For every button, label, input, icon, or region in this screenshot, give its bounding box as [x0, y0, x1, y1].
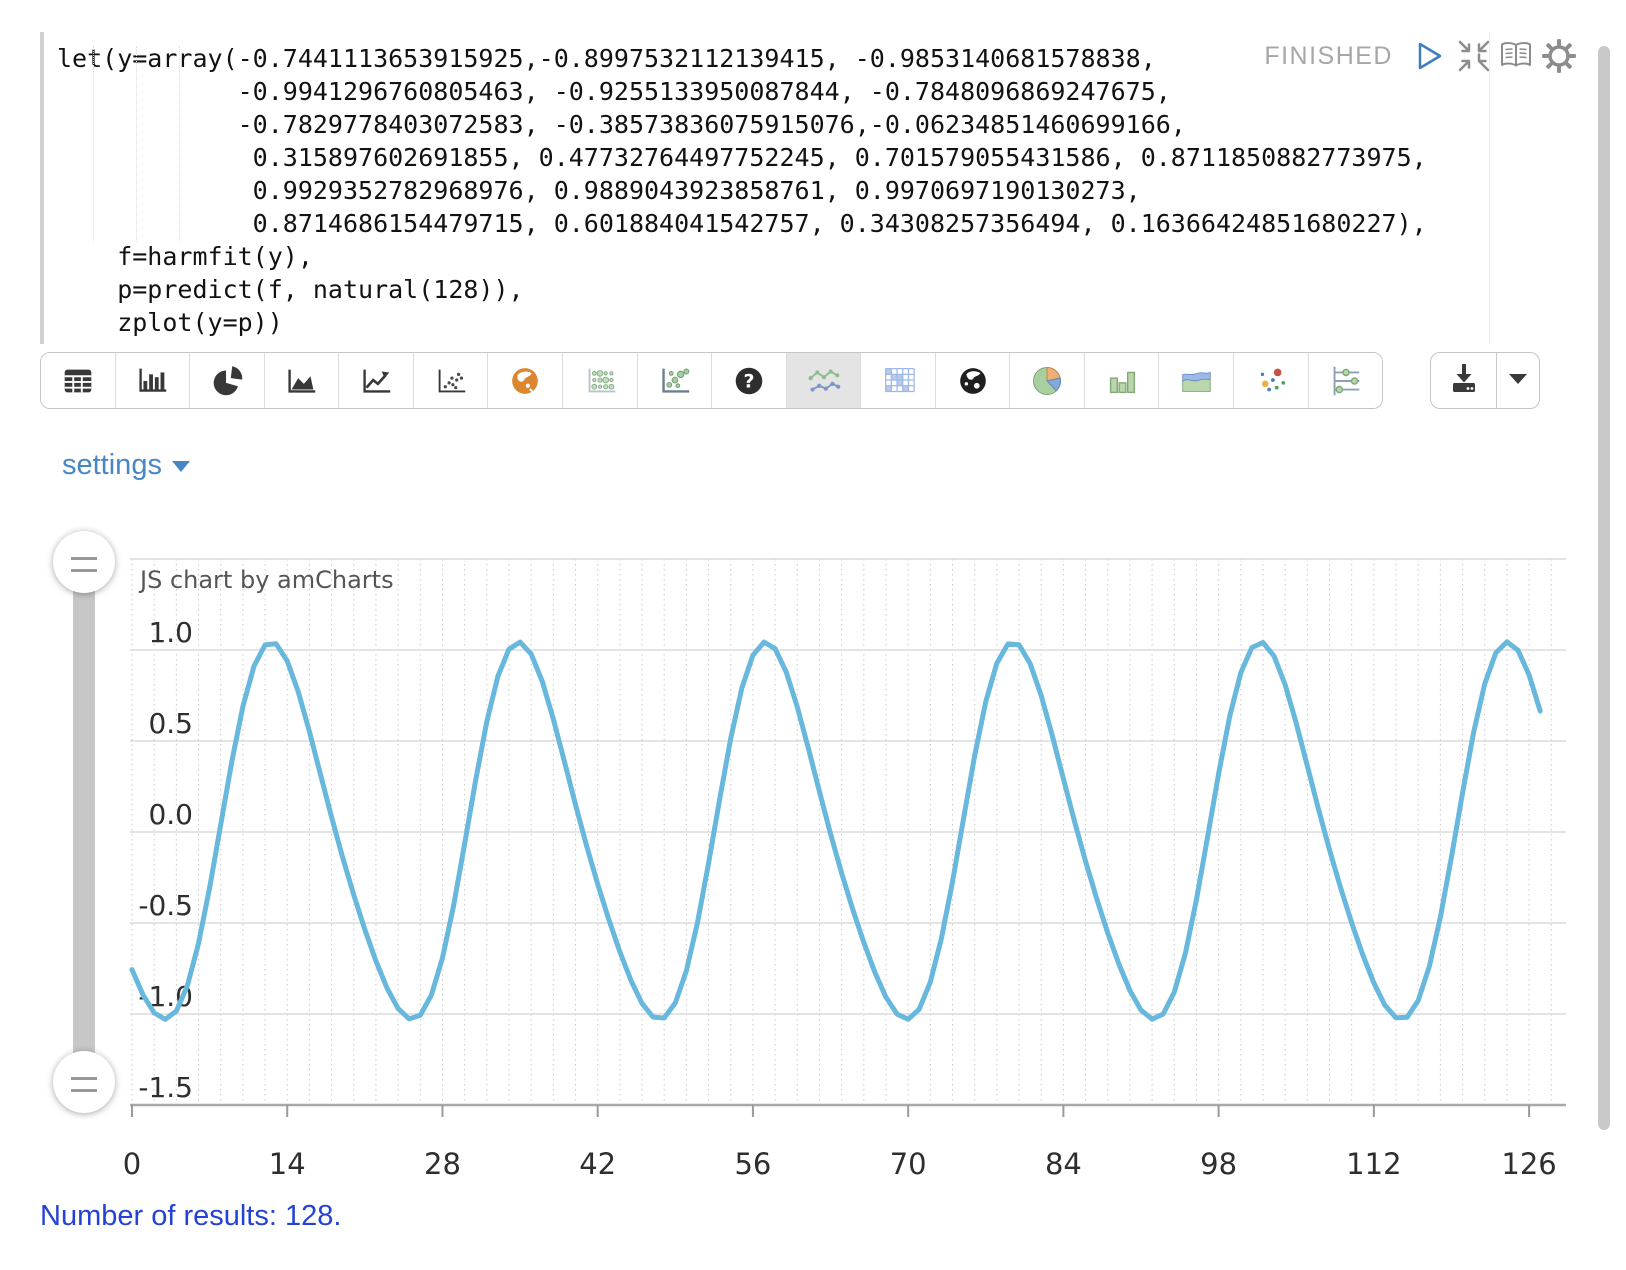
- svg-text:42: 42: [579, 1147, 616, 1181]
- svg-text:112: 112: [1346, 1147, 1401, 1181]
- svg-text:70: 70: [890, 1147, 927, 1181]
- drag-handle-icon: [71, 557, 97, 572]
- svg-text:126: 126: [1501, 1147, 1556, 1181]
- svg-text:84: 84: [1045, 1147, 1082, 1181]
- svg-text:0: 0: [123, 1147, 141, 1181]
- svg-text:56: 56: [734, 1147, 771, 1181]
- value-axis-zoom-handle-bottom[interactable]: [53, 1051, 115, 1113]
- chart-title: JS chart by amCharts: [140, 566, 394, 594]
- results-count: Number of results: 128.: [40, 1200, 341, 1233]
- svg-text:98: 98: [1200, 1147, 1237, 1181]
- value-axis-zoom-track[interactable]: [73, 562, 95, 1082]
- svg-text:-0.5: -0.5: [138, 889, 193, 922]
- svg-text:0.0: 0.0: [148, 798, 193, 831]
- svg-text:1.0: 1.0: [148, 616, 193, 649]
- svg-text:14: 14: [269, 1147, 306, 1181]
- drag-handle-icon: [71, 1077, 97, 1092]
- svg-text:28: 28: [424, 1147, 461, 1181]
- page-scrollbar-thumb[interactable]: [1598, 46, 1610, 1130]
- value-axis-zoom-handle-top[interactable]: [53, 531, 115, 593]
- svg-text:0.5: 0.5: [148, 707, 193, 740]
- line-chart-plot: 0142842567084981121261.00.50.0-0.5-1.0-1…: [0, 0, 1626, 1270]
- svg-text:-1.5: -1.5: [138, 1071, 193, 1104]
